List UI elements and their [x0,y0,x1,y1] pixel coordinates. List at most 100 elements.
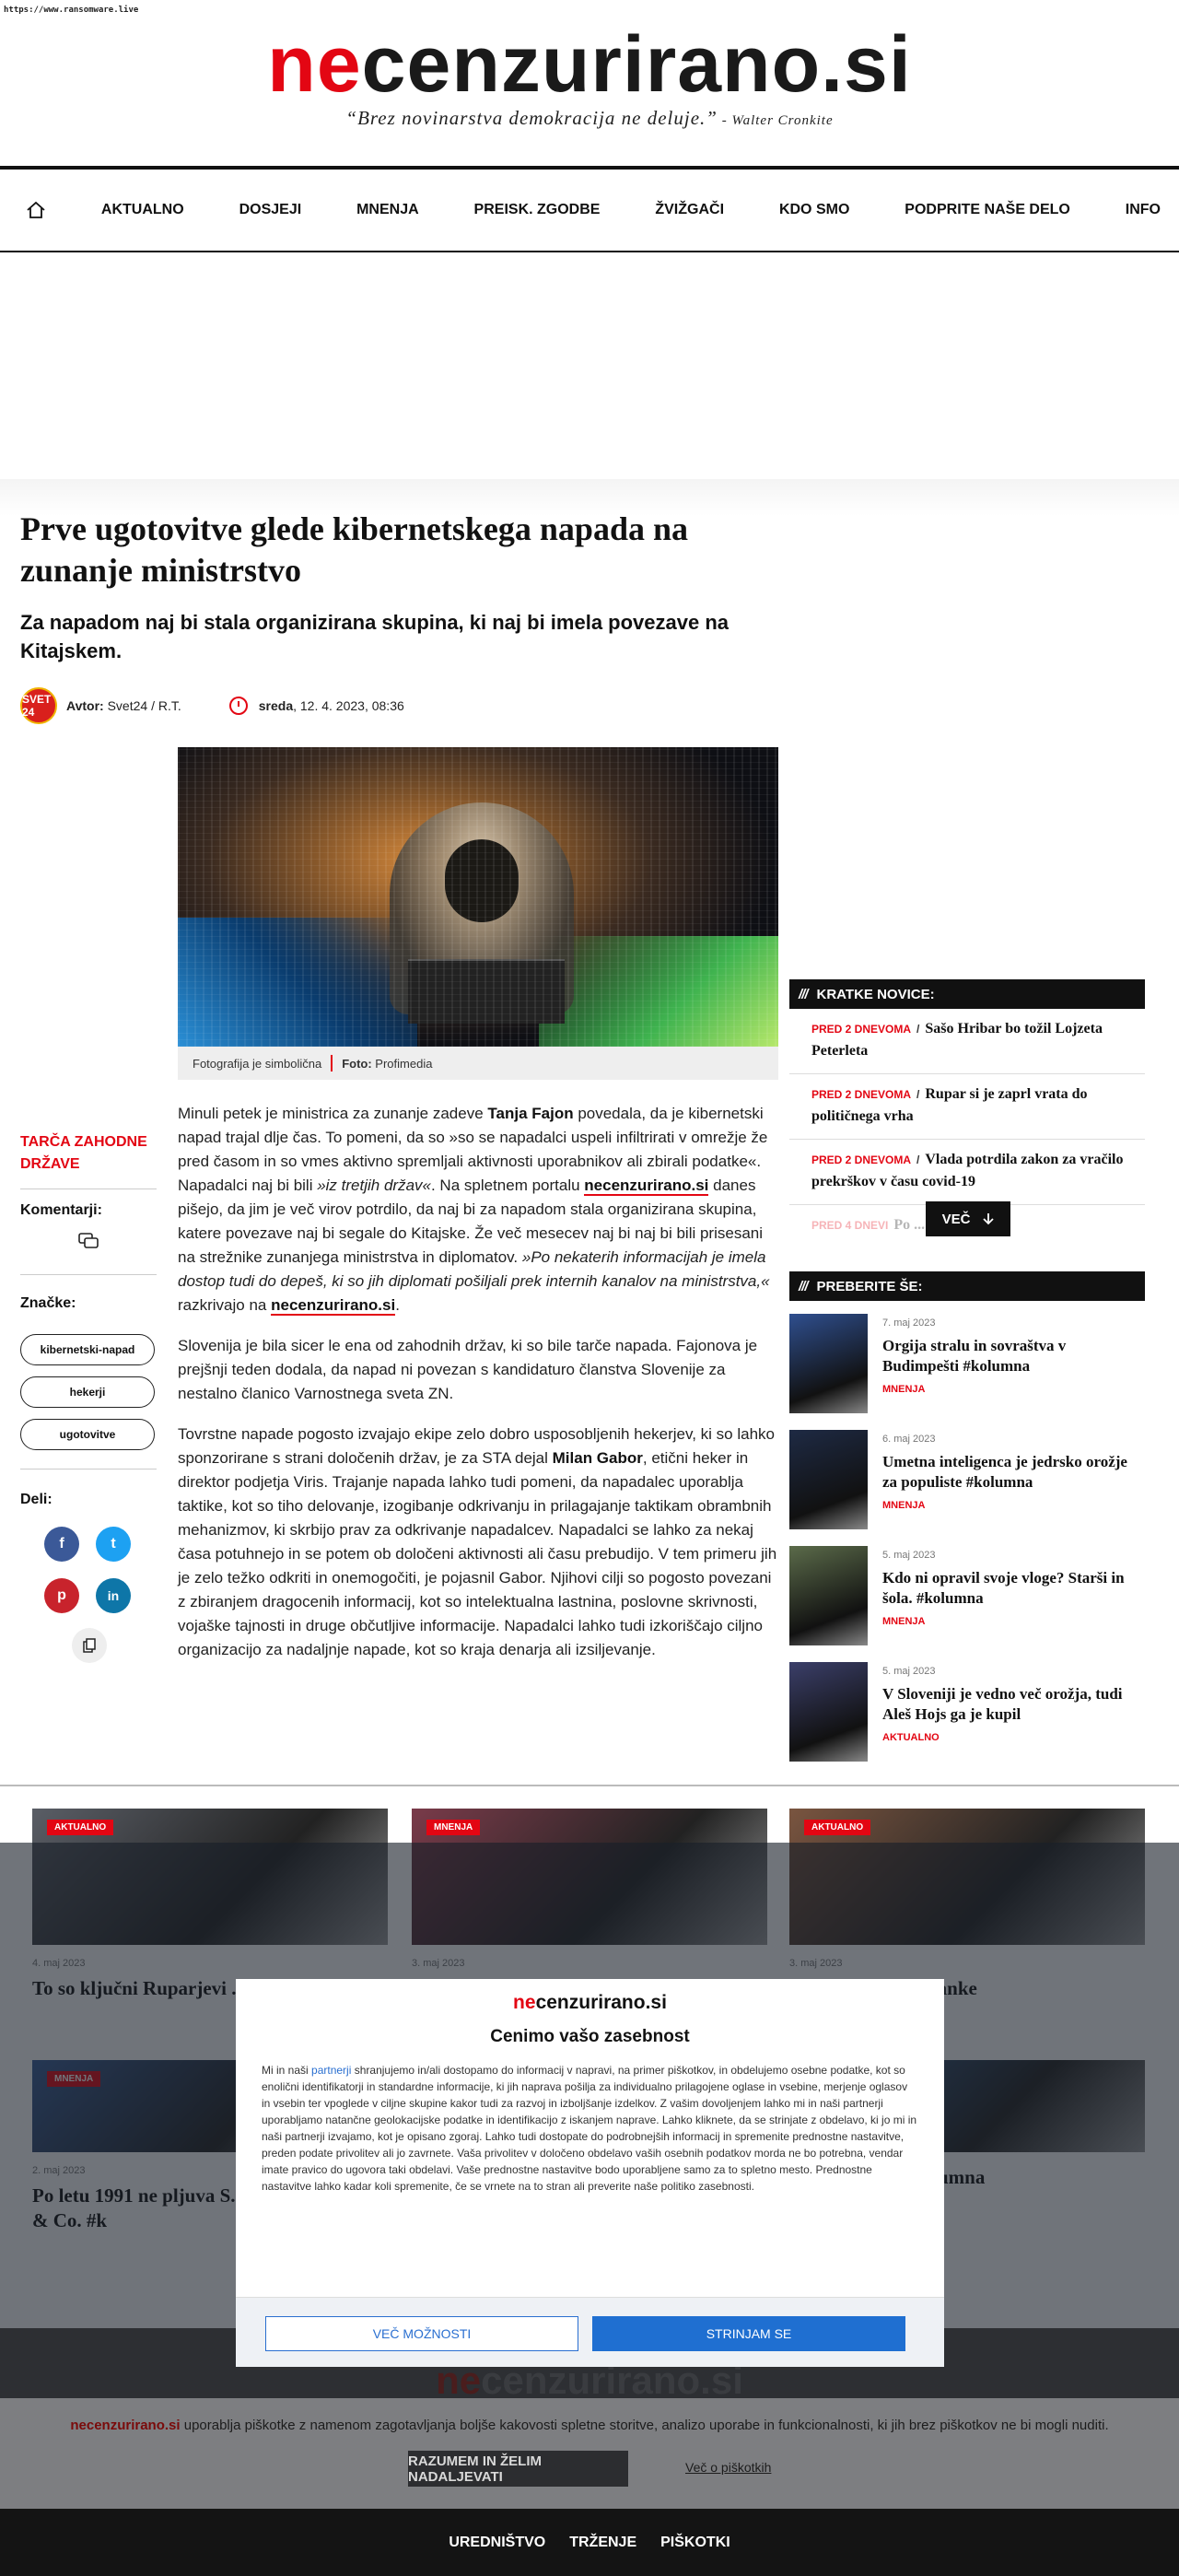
related-category: MNENJA [882,1616,926,1627]
cookie-info-link[interactable]: Več o piškotkih [685,2460,771,2475]
footer-link-trzenje[interactable]: TRŽENJE [569,2535,636,2551]
cookie-text: necenzurirano.si uporablja piškotke z na… [70,2418,1109,2433]
comments-label: Komentarji: [20,1202,102,1218]
agree-button[interactable]: STRINJAM SE [592,2316,905,2351]
motto-author: - Walter Cronkite [717,113,834,128]
paragraph: Slovenija je bila sicer le ena od zahodn… [178,1337,758,1402]
share-label: Deli: [20,1492,53,1507]
right-sidebar: ///KRATKE NOVICE: PRED 2 DNEVOMA / Sašo Hr… [789,979,1145,1765]
tags-label: Značke: [20,1295,76,1311]
copy-link-button[interactable] [72,1628,107,1663]
tag-pill[interactable]: hekerji [20,1376,155,1408]
consent-modal: necenzurirano.si Cenimo vašo zasebnost M… [236,1979,944,2367]
motto-quote: “Brez novinarstva demokracija ne deluje.… [345,107,718,129]
article-day: sreda [258,698,294,713]
related-title: V Sloveniji je vedno več orožja, tudi Al… [882,1685,1123,1723]
facebook-icon[interactable]: f [44,1527,79,1562]
home-icon[interactable] [26,201,46,219]
news-item[interactable]: PRED 2 DNEVOMA / Sašo Hribar bo tožil Lojz… [789,1009,1145,1074]
linkedin-icon[interactable]: in [96,1578,131,1613]
nav-podprite[interactable]: PODPRITE NAŠE DELO [905,202,1070,218]
nav-dosjeji[interactable]: DOSJEJI [239,202,302,218]
category-label[interactable]: TARČA ZAHODNE DRŽAVE [20,1131,157,1176]
tag-pill[interactable]: kibernetski-napad [20,1334,155,1365]
nav-aktualno[interactable]: AKTUALNO [101,202,184,218]
card-badge: AKTUALNO [47,1820,114,1835]
copy-icon [83,1638,96,1653]
news-item[interactable]: PRED 2 DNEVOMA / Vlada potrdila zakon za v… [789,1140,1145,1205]
related-title: Umetna inteligenca je jedrsko orožje za … [882,1453,1127,1491]
partners-link[interactable]: partnerji [311,2064,351,2077]
article-date: , 12. 4. 2023, 08:36 [293,698,404,713]
nav-mnenja[interactable]: MNENJA [356,202,419,218]
twitter-icon[interactable]: t [96,1527,131,1562]
related-title: Orgija stralu in sovraštva v Budimpešti … [882,1337,1067,1375]
more-label: VEČ [941,1211,971,1227]
paragraph: Minuli petek je ministrica za zunanje za… [178,1105,770,1316]
page-url: https://www.ransomware.live [4,6,139,15]
modal-text: Mi in naši partnerji shranjujemo in/ali … [262,2064,917,2193]
nav-info[interactable]: INFO [1126,202,1161,218]
related-thumb [789,1430,868,1529]
left-sidebar: TARČA ZAHODNE DRŽAVE Komentarji: Značke:… [20,1131,157,1663]
related-category: MNENJA [882,1384,926,1395]
related-item[interactable]: 7. maj 2023 Orgija stralu in sovraštva v… [789,1314,1145,1417]
pinterest-icon[interactable]: p [44,1578,79,1613]
article-lede: Za napadom naj bi stala organizirana sku… [20,611,730,662]
arrow-down-icon [983,1213,995,1225]
tag-pill[interactable]: ugotovitve [20,1419,155,1450]
nav-kdo-smo[interactable]: KDO SMO [779,202,849,218]
article-body: Minuli petek je ministrica za zunanje za… [178,1102,778,1679]
related-date: 5. maj 2023 [882,1550,936,1561]
more-news-button[interactable]: VEČ [926,1201,1010,1236]
cookie-accept-button[interactable]: RAZUMEM IN ŽELIM NADALJEVATI [408,2451,628,2487]
related-title: Kdo ni opravil svoje vloge? Starši in šo… [882,1569,1125,1607]
site-motto: “Brez novinarstva demokracija ne deluje.… [0,107,1179,130]
related-category: AKTUALNO [882,1732,940,1743]
clock-icon [228,697,248,715]
related-date: 5. maj 2023 [882,1666,936,1677]
related-date: 6. maj 2023 [882,1434,936,1445]
article-title: Prve ugotovitve glede kibernetskega napa… [20,510,688,589]
modal-logo: necenzurirano.si [513,1992,667,2013]
more-options-button[interactable]: VEČ MOŽNOSTI [265,2316,578,2351]
footer-link-urednistvo[interactable]: UREDNIŠTVO [449,2535,545,2551]
news-item[interactable]: PRED 2 DNEVOMA / Rupar si je zaprl vrata d… [789,1074,1145,1140]
nav-preisk-zgodbe[interactable]: PREISK. ZGODBE [474,202,601,218]
ad-space [0,254,1179,480]
related-item[interactable]: 5. maj 2023 Kdo ni opravil svoje vloge? … [789,1546,1145,1649]
footer-link-piskotki[interactable]: PIŠKOTKI [660,2535,730,2551]
related-date: 7. maj 2023 [882,1317,936,1329]
related-category: MNENJA [882,1500,926,1511]
card-badge: AKTUALNO [804,1820,871,1835]
caption-text: Fotografija je simbolična [193,1056,322,1071]
modal-footer: VEČ MOŽNOSTI STRINJAM SE [236,2297,944,2367]
author-avatar: SVET 24 [20,687,57,724]
image-caption: Fotografija je simbolična Foto: Profimed… [178,1047,778,1080]
paragraph: Tovrstne napade pogosto izvajajo ekipe z… [178,1425,777,1658]
modal-heading: Cenimo vašo zasebnost [490,2027,690,2046]
footer-links: UREDNIŠTVO TRŽENJE PIŠKOTKI [0,2509,1179,2576]
author-label: Avtor: [66,698,104,713]
hero-image [178,747,778,1047]
logo-rest: cenzurirano.si [361,20,912,109]
source-link[interactable]: necenzurirano.si [271,1296,396,1316]
site-logo[interactable]: necenzurirano.si [0,20,1179,109]
related-thumb [789,1546,868,1645]
nav-zvizgaci[interactable]: ŽVIŽGAČI [655,202,724,218]
card-badge: MNENJA [426,1820,481,1835]
section-divider [0,1785,1179,1786]
preberite-header: ///PREBERITE ŠE: [789,1271,1145,1301]
kratke-novice-header: ///KRATKE NOVICE: [789,979,1145,1009]
related-item[interactable]: 5. maj 2023 V Sloveniji je vedno več oro… [789,1662,1145,1765]
author-name: Svet24 / R.T. [107,698,181,713]
source-link[interactable]: necenzurirano.si [584,1177,709,1196]
photo-credit: Profimedia [375,1056,433,1071]
related-thumb [789,1314,868,1413]
photo-label: Foto: [342,1056,372,1071]
related-thumb [789,1662,868,1762]
comment-icon[interactable] [77,1232,99,1250]
logo-prefix: ne [267,20,362,109]
related-list: 7. maj 2023 Orgija stralu in sovraštva v… [789,1314,1145,1765]
related-item[interactable]: 6. maj 2023 Umetna inteligenca je jedrsk… [789,1430,1145,1533]
